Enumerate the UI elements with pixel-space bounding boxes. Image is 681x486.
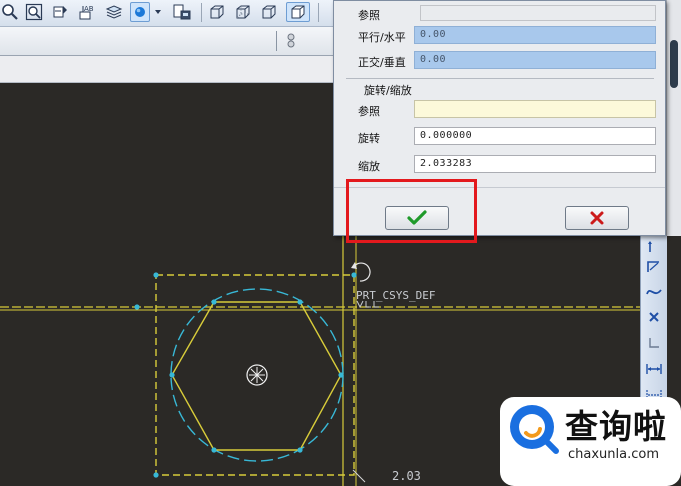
repaint-icon[interactable] — [50, 2, 70, 22]
ortho-field[interactable]: 0.00 — [414, 51, 656, 69]
dropdown-icon[interactable] — [152, 2, 164, 22]
tool-dimension-icon[interactable] — [645, 362, 663, 378]
cancel-button[interactable] — [565, 206, 629, 230]
tool-arrow-icon[interactable] — [645, 240, 663, 256]
ref-top-field — [420, 5, 656, 21]
parallel-field[interactable]: 0.00 — [414, 26, 656, 44]
ref-top-label: 参照 — [358, 9, 380, 22]
zoom-window-icon[interactable] — [24, 2, 44, 22]
tool-fillet-icon[interactable] — [645, 336, 663, 352]
rotate-field[interactable]: 0.000000 — [414, 127, 656, 145]
hidden-line-icon[interactable] — [233, 2, 253, 22]
parallel-label: 平行/水平 — [358, 31, 406, 44]
side-scrollbar[interactable] — [666, 0, 681, 236]
ortho-label: 正交/垂直 — [358, 56, 406, 69]
zoom-in-icon[interactable] — [0, 2, 20, 22]
view-style-icon[interactable] — [130, 2, 150, 22]
tool-spline-icon[interactable] — [645, 284, 663, 300]
ref-field[interactable] — [414, 100, 656, 118]
scale-field[interactable]: 2.033283 — [414, 155, 656, 173]
secondary-toolbar — [0, 27, 333, 56]
wireframe-icon[interactable] — [286, 2, 310, 22]
abc-display-icon[interactable]: AB — [78, 2, 98, 22]
shading-icon[interactable] — [207, 2, 227, 22]
close-icon — [590, 211, 604, 225]
model-tree-header — [0, 56, 333, 83]
tool-point-icon[interactable] — [645, 310, 663, 326]
scale-label: 缩放 — [358, 160, 380, 173]
rotate-scale-group-label: 旋转/缩放 — [364, 84, 412, 97]
watermark-url: chaxunla.com — [568, 447, 659, 462]
scrollbar-thumb[interactable] — [670, 40, 678, 88]
watermark: 查询啦 chaxunla.com — [500, 397, 681, 486]
highlight-box — [346, 179, 477, 243]
rotate-label: 旋转 — [358, 132, 380, 145]
ref-label: 参照 — [358, 105, 380, 118]
watermark-title: 查询啦 — [565, 407, 667, 446]
saved-view-icon[interactable] — [172, 2, 192, 22]
layers-icon[interactable] — [104, 2, 124, 22]
spin-control-icon[interactable] — [283, 30, 299, 52]
no-hidden-icon[interactable] — [259, 2, 279, 22]
csys-sublabel — [356, 300, 382, 311]
tool-line-icon[interactable] — [645, 258, 663, 274]
dimension-value[interactable]: 2.03 — [392, 469, 421, 483]
